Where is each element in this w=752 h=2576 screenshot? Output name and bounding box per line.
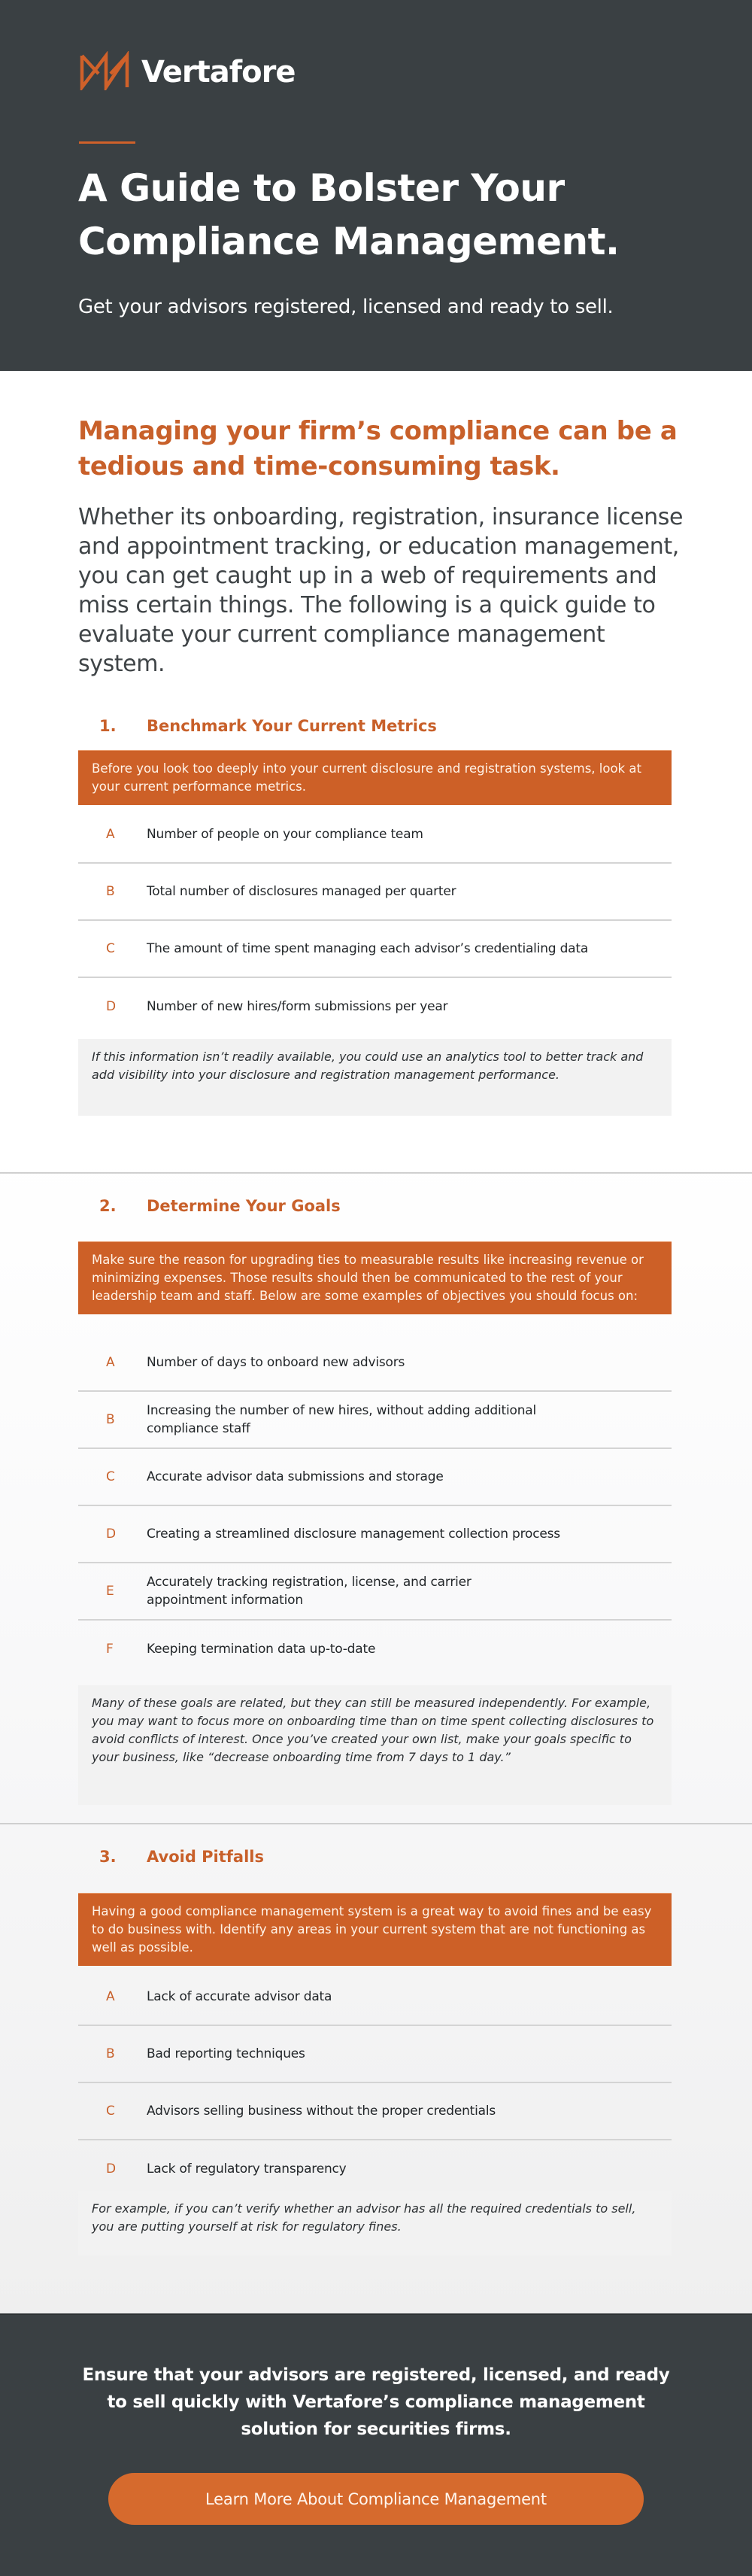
section-callout: Make sure the reason for upgrading ties …	[78, 1241, 672, 1314]
item-letter: E	[106, 1584, 114, 1599]
list-item: E Accurately tracking registration, licen…	[78, 1563, 672, 1621]
section-heading: 3. Avoid Pitfalls	[99, 1848, 264, 1866]
item-letter: A	[106, 1355, 115, 1370]
item-letter: A	[106, 827, 115, 842]
list-item: C Advisors selling business without the p…	[78, 2083, 672, 2140]
list-item: D Number of new hires/form submissions pe…	[78, 978, 672, 1035]
intro-heading: Managing your firm’s compliance can be a…	[78, 416, 678, 481]
brand-name: Vertafore	[141, 55, 296, 90]
section-divider	[0, 1172, 752, 1174]
item-letter: C	[106, 941, 115, 956]
item-letter: C	[106, 1469, 115, 1484]
item-letter: F	[106, 1642, 114, 1657]
intro-body: Whether its onboarding, registration, in…	[78, 504, 684, 677]
section-callout: Having a good compliance management syst…	[78, 1893, 672, 1966]
list-item: A Number of people on your compliance tea…	[78, 807, 672, 864]
item-letter: B	[106, 1412, 115, 1427]
section-divider	[0, 1823, 752, 1824]
item-text: Creating a streamlined disclosure manage…	[147, 1526, 560, 1542]
item-text: The amount of time spent managing each a…	[147, 941, 589, 956]
guide-content: Managing your firm’s compliance can be a…	[0, 371, 752, 2313]
list-item: D Creating a streamlined disclosure manag…	[78, 1506, 672, 1563]
list-item: A Lack of accurate advisor data	[78, 1969, 672, 2026]
item-list: A Number of days to onboard new advisors …	[78, 1335, 672, 1678]
item-text: Lack of regulatory transparency	[147, 2161, 347, 2177]
item-text: Accurate advisor data submissions and st…	[147, 1469, 444, 1484]
section-title: Avoid Pitfalls	[147, 1848, 264, 1866]
item-text: Lack of accurate advisor data	[147, 1989, 332, 2004]
learn-more-button[interactable]: Learn More About Compliance Management	[108, 2473, 644, 2525]
item-text: Increasing the number of new hires, with…	[147, 1403, 537, 1436]
section-number: 1.	[99, 717, 117, 735]
item-text: Number of days to onboard new advisors	[147, 1355, 405, 1370]
list-item: D Lack of regulatory transparency	[78, 2140, 672, 2198]
list-item: A Number of days to onboard new advisors	[78, 1335, 672, 1392]
item-letter: B	[106, 884, 115, 899]
section-callout: Before you look too deeply into your cur…	[78, 750, 672, 805]
page-subtitle: Get your advisors registered, licensed a…	[78, 296, 614, 318]
list-item: B Increasing the number of new hires, wit…	[78, 1392, 672, 1449]
item-text: Keeping termination data up-to-date	[147, 1642, 376, 1657]
list-item: F Keeping termination data up-to-date	[78, 1621, 672, 1678]
list-item: B Bad reporting techniques	[78, 2026, 672, 2083]
list-item: C Accurate advisor data submissions and s…	[78, 1449, 672, 1506]
footer-message: Ensure that your advisors are registered…	[82, 2365, 670, 2439]
section-number: 2.	[99, 1197, 117, 1215]
item-letter: D	[106, 1526, 117, 1542]
item-letter: C	[106, 2104, 115, 2119]
item-letter: D	[106, 999, 117, 1014]
item-text: Total number of disclosures managed per …	[147, 884, 456, 899]
vertafore-logo[interactable]: Vertafore	[78, 50, 296, 94]
list-item: C The amount of time spent managing each …	[78, 921, 672, 978]
page-title: A Guide to Bolster Your Compliance Manag…	[78, 166, 620, 263]
section-title: Determine Your Goals	[147, 1197, 341, 1215]
list-item: B Total number of disclosures managed per…	[78, 864, 672, 921]
section-note: For example, if you can’t verify whether…	[78, 2191, 672, 2256]
hero-header: Vertafore A Guide to Bolster Your Compli…	[0, 0, 752, 371]
item-text: Advisors selling business without the pr…	[147, 2104, 496, 2119]
vertafore-bowtie-icon	[78, 50, 131, 94]
item-list: A Number of people on your compliance tea…	[78, 807, 672, 1035]
cta-footer: Ensure that your advisors are registered…	[0, 2313, 752, 2576]
item-text: Accurately tracking registration, licens…	[147, 1575, 472, 1608]
item-letter: A	[106, 1989, 115, 2004]
item-letter: B	[106, 2046, 115, 2061]
item-text: Number of people on your compliance team	[147, 827, 423, 842]
section-note: If this information isn’t readily availa…	[78, 1039, 672, 1116]
item-letter: D	[106, 2161, 117, 2177]
section-number: 3.	[99, 1848, 117, 1866]
item-text: Number of new hires/form submissions per…	[147, 999, 448, 1014]
section-heading: 2. Determine Your Goals	[99, 1197, 341, 1215]
section-title: Benchmark Your Current Metrics	[147, 717, 437, 735]
item-text: Bad reporting techniques	[147, 2046, 305, 2061]
section-heading: 1. Benchmark Your Current Metrics	[99, 717, 437, 735]
section-note: Many of these goals are related, but the…	[78, 1685, 672, 1805]
item-list: A Lack of accurate advisor data B Bad repo…	[78, 1969, 672, 2198]
accent-rule	[79, 141, 135, 144]
